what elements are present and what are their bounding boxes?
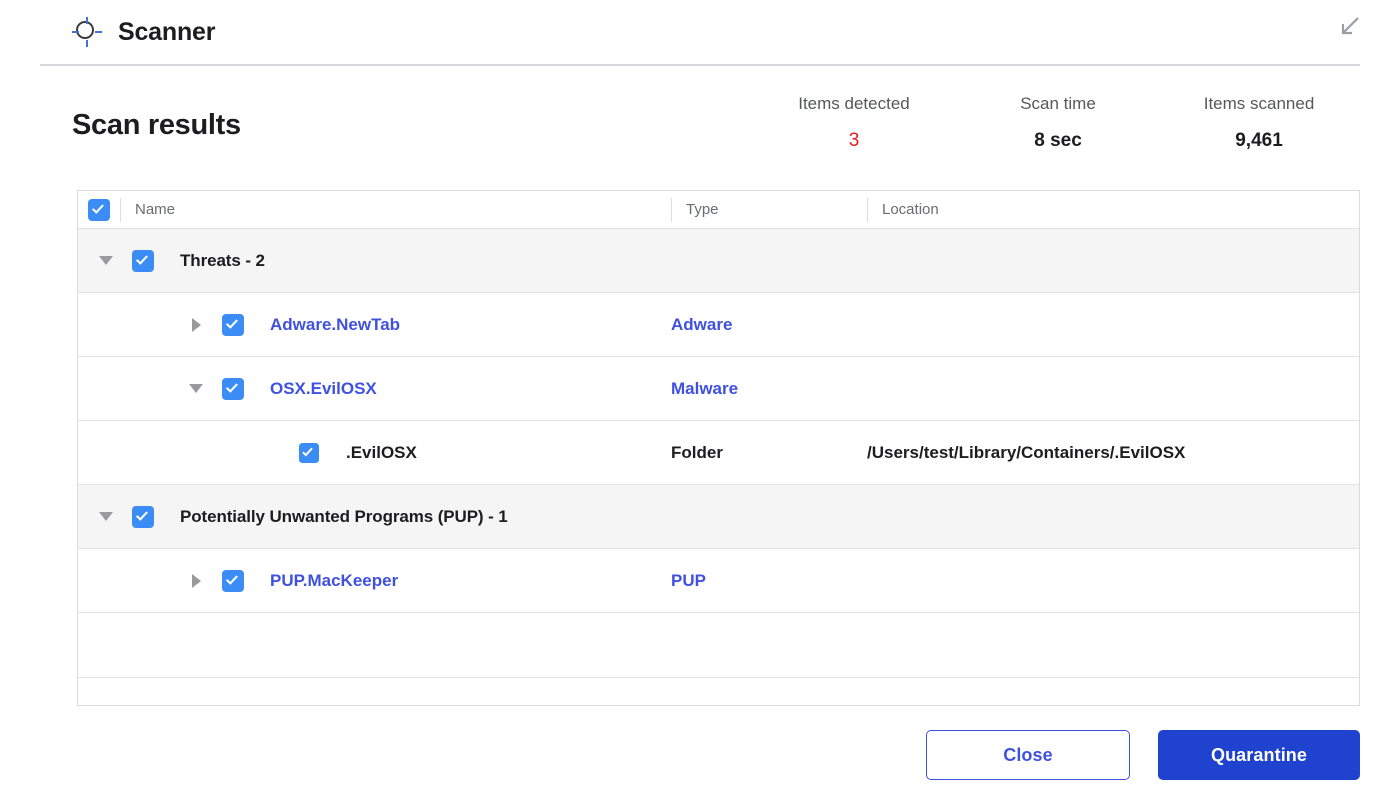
disclosure-triangle xyxy=(191,573,201,588)
disclosure-triangle xyxy=(191,317,201,332)
table-empty-row xyxy=(78,613,1359,678)
row-type-label: Adware xyxy=(671,314,733,334)
table-row[interactable]: Adware.NewTab Adware xyxy=(78,293,1359,357)
row-name-label: Threats - 2 xyxy=(180,250,265,270)
table-row[interactable]: Potentially Unwanted Programs (PUP) - 1 xyxy=(78,485,1359,549)
cell-name: Threats - 2 xyxy=(78,249,671,272)
chevron-down-icon[interactable] xyxy=(92,512,120,521)
row-checkbox-cell xyxy=(120,249,166,272)
cell-name: PUP.MacKeeper xyxy=(78,569,671,592)
stat-items-scanned: Items scanned 9,461 xyxy=(1160,94,1358,152)
stat-items-detected-label: Items detected xyxy=(798,94,910,113)
row-name-label: PUP.MacKeeper xyxy=(270,570,399,590)
cell-name: .EvilOSX xyxy=(78,442,671,463)
stat-items-scanned-label: Items scanned xyxy=(1203,94,1315,113)
column-header-location[interactable]: Location xyxy=(867,197,1359,222)
row-location-label: /Users/test/Library/Containers/.EvilOSX xyxy=(867,442,1186,462)
scan-summary: Scan results Items detected 3 Scan time … xyxy=(0,64,1400,164)
stat-items-detected: Items detected 3 xyxy=(778,94,930,152)
chevron-right-icon[interactable] xyxy=(182,573,210,588)
row-type-label: PUP xyxy=(671,570,706,590)
stat-scan-time-label: Scan time xyxy=(1020,94,1096,113)
disclosure-triangle xyxy=(99,512,113,521)
crosshair-icon xyxy=(72,17,102,47)
scan-results-table: Name Type Location Threats - 2 Adware.New… xyxy=(77,190,1360,706)
page-title: Scan results xyxy=(72,109,241,141)
row-name-label: Adware.NewTab xyxy=(270,314,401,334)
row-type-label: Malware xyxy=(671,378,739,398)
row-checkbox-cell xyxy=(210,313,256,336)
stat-items-scanned-value: 9,461 xyxy=(1235,130,1283,151)
cell-name: Potentially Unwanted Programs (PUP) - 1 xyxy=(78,505,671,528)
row-type-label: Folder xyxy=(671,442,723,462)
cell-name: Adware.NewTab xyxy=(78,313,671,336)
table-header-row: Name Type Location xyxy=(78,191,1359,229)
row-checkbox-cell xyxy=(120,505,166,528)
row-name-label: OSX.EvilOSX xyxy=(270,378,377,398)
dialog-footer: Close Quarantine xyxy=(0,730,1400,794)
table-row[interactable]: PUP.MacKeeper PUP xyxy=(78,549,1359,613)
table-body: Threats - 2 Adware.NewTab Adware OSX.EvilOS… xyxy=(78,229,1359,703)
table-row[interactable]: .EvilOSX Folder/Users/test/Library/Contai… xyxy=(78,421,1359,485)
app-title: Scanner xyxy=(118,17,216,46)
stat-scan-time: Scan time 8 sec xyxy=(988,94,1128,152)
disclosure-triangle xyxy=(99,256,113,265)
row-name-label: .EvilOSX xyxy=(346,442,417,462)
table-empty-row xyxy=(78,678,1359,703)
chevron-down-icon[interactable] xyxy=(92,256,120,265)
column-header-name[interactable]: Name xyxy=(120,197,671,222)
row-checkbox[interactable] xyxy=(132,249,154,272)
row-checkbox[interactable] xyxy=(222,569,244,592)
select-all-checkbox-cell xyxy=(78,198,120,221)
row-name-label: Potentially Unwanted Programs (PUP) - 1 xyxy=(180,506,508,526)
row-checkbox[interactable] xyxy=(299,442,319,463)
table-row[interactable]: Threats - 2 xyxy=(78,229,1359,293)
row-checkbox-cell xyxy=(210,377,256,400)
table-row[interactable]: OSX.EvilOSX Malware xyxy=(78,357,1359,421)
row-checkbox[interactable] xyxy=(222,313,244,336)
close-button[interactable]: Close xyxy=(926,730,1130,780)
window-titlebar: Scanner xyxy=(0,0,1400,64)
row-checkbox[interactable] xyxy=(222,377,244,400)
stat-scan-time-value: 8 sec xyxy=(1034,130,1082,151)
chevron-down-icon[interactable] xyxy=(182,384,210,393)
column-header-type[interactable]: Type xyxy=(671,197,867,222)
disclosure-triangle xyxy=(189,384,203,393)
row-checkbox-cell xyxy=(210,569,256,592)
select-all-checkbox[interactable] xyxy=(88,198,110,221)
chevron-right-icon[interactable] xyxy=(182,317,210,332)
row-checkbox-cell xyxy=(286,442,332,463)
cell-name: OSX.EvilOSX xyxy=(78,377,671,400)
arrow-down-left-icon[interactable] xyxy=(1336,14,1362,40)
row-checkbox[interactable] xyxy=(132,505,154,528)
stat-items-detected-value: 3 xyxy=(848,130,860,151)
quarantine-button[interactable]: Quarantine xyxy=(1158,730,1360,780)
